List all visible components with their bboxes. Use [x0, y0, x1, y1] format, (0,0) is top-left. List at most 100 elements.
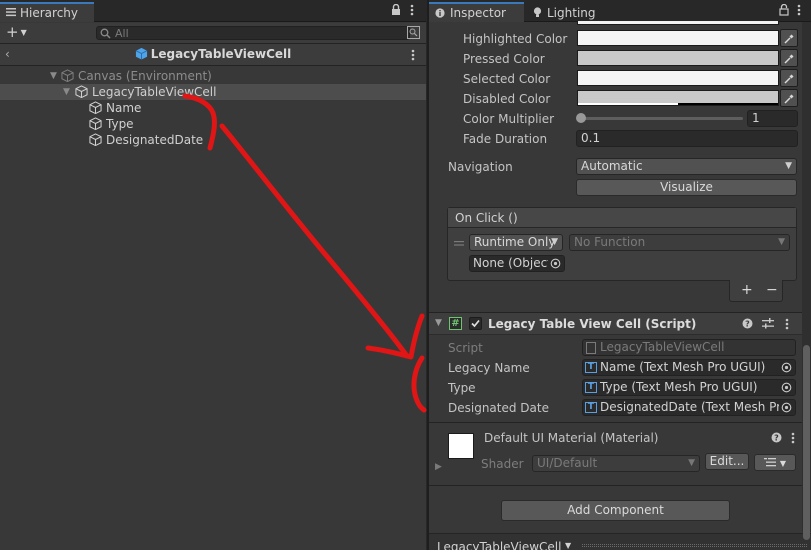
fade-duration-field[interactable]: 0.1 [576, 130, 798, 147]
inspector-bottom-bar: LegacyTableViewCell ▼ [429, 533, 811, 550]
disabled-color-label: Disabled Color [463, 92, 551, 106]
scene-title-label: LegacyTableViewCell [150, 47, 292, 61]
add-component-button[interactable]: Add Component [501, 500, 730, 521]
chevron-down-icon: ▼ [20, 28, 27, 37]
script-reference-field: LegacyTableViewCell [582, 339, 796, 356]
material-foldout-icon[interactable]: ▶ [435, 462, 442, 472]
eyedropper-button[interactable] [780, 49, 798, 67]
shader-dropdown[interactable]: UI/Default ▼ [532, 455, 700, 472]
lock-icon[interactable] [779, 3, 789, 19]
legacy-name-label: Legacy Name [448, 361, 530, 375]
component-kebab-icon[interactable] [785, 318, 789, 333]
legacy-name-field[interactable]: T Name (Text Mesh Pro UGUI) [582, 359, 796, 376]
chevron-down-icon[interactable]: ▼ [565, 541, 571, 550]
textmeshpro-icon: T [585, 402, 597, 413]
resize-handle[interactable] [582, 544, 807, 547]
object-picker-icon[interactable] [548, 256, 564, 271]
fold-arrow-icon[interactable]: ▼ [63, 84, 70, 100]
kebab-menu-icon[interactable] [797, 4, 801, 19]
eyedropper-button[interactable] [780, 29, 798, 47]
gameobject-cube-icon [89, 133, 102, 150]
tree-item-type[interactable]: Type [0, 116, 426, 132]
onclick-header-label: On Click () [455, 211, 518, 225]
material-help-icon[interactable]: ? [771, 432, 782, 446]
highlighted-color-label: Highlighted Color [463, 32, 568, 46]
textmeshpro-icon: T [585, 362, 597, 373]
tree-item-canvas[interactable]: ▼ Canvas (Environment) [0, 68, 426, 84]
chevron-down-icon: ▼ [778, 237, 785, 247]
highlighted-color-swatch[interactable] [577, 30, 779, 46]
function-dropdown[interactable]: No Function ▼ [569, 234, 790, 251]
type-value: Type (Text Mesh Pro UGUI) [600, 380, 758, 394]
type-label: Type [448, 381, 476, 395]
function-value: No Function [574, 235, 646, 249]
search-field[interactable] [96, 26, 410, 40]
eyedropper-button[interactable] [780, 69, 798, 87]
lock-icon[interactable] [391, 3, 401, 19]
create-add-button[interactable]: + ▼ [6, 24, 27, 41]
add-event-button[interactable]: + [741, 282, 753, 298]
object-value: None (Object [473, 256, 552, 270]
navigation-label: Navigation [448, 160, 513, 174]
event-list-footer: + − [729, 280, 783, 302]
tab-inspector[interactable]: Inspector [429, 2, 524, 22]
presets-sliders-icon[interactable] [762, 318, 774, 332]
remove-event-button[interactable]: − [766, 282, 778, 298]
object-picker-icon[interactable] [779, 380, 795, 395]
drag-handle-icon[interactable] [454, 236, 464, 250]
foldout-arrow-icon[interactable]: ▼ [435, 318, 442, 328]
divider [429, 485, 811, 486]
selected-color-label: Selected Color [463, 72, 551, 86]
inspector-panel: Inspector Lighting Highlighted Color Pre… [427, 0, 811, 550]
material-preview [448, 433, 474, 459]
search-filter-icon[interactable] [407, 26, 420, 42]
tab-lighting-label: Lighting [547, 6, 596, 20]
script-hash-icon: # [449, 317, 462, 330]
checkmark-icon [471, 319, 480, 328]
tree-item-label: DesignatedDate [106, 133, 204, 147]
navigation-value: Automatic [581, 159, 643, 173]
eyedropper-button[interactable] [780, 89, 798, 107]
fold-arrow-icon[interactable]: ▼ [50, 68, 57, 84]
scrollbar-thumb[interactable] [803, 345, 810, 540]
onclick-header: On Click () [448, 208, 796, 228]
tree-item-name[interactable]: Name [0, 100, 426, 116]
scene-header: ‹ LegacyTableViewCell [0, 44, 426, 66]
selected-color-swatch[interactable] [577, 70, 779, 86]
visualize-button[interactable]: Visualize [576, 179, 797, 196]
enabled-checkbox[interactable] [469, 317, 482, 330]
inspector-scrollbar[interactable] [802, 22, 811, 540]
kebab-menu-icon[interactable] [410, 4, 414, 19]
color-multiplier-field[interactable]: 1 [747, 110, 798, 127]
help-icon[interactable]: ? [742, 318, 753, 332]
color-multiplier-slider[interactable] [576, 113, 743, 123]
alpha-bar-empty [678, 103, 778, 105]
lightbulb-icon [533, 7, 542, 21]
designated-date-field[interactable]: T DesignatedDate (Text Mesh Pro [582, 399, 796, 416]
normal-color-swatch-partial[interactable] [577, 21, 779, 25]
pressed-color-swatch[interactable] [577, 50, 779, 66]
material-kebab-icon[interactable] [791, 432, 795, 447]
object-picker-icon[interactable] [779, 400, 795, 415]
shader-label: Shader [481, 457, 524, 471]
info-icon [435, 7, 445, 21]
search-input[interactable] [115, 26, 385, 40]
navigation-dropdown[interactable]: Automatic ▼ [576, 158, 797, 175]
disabled-color-swatch[interactable] [577, 90, 779, 106]
bottom-selection-label[interactable]: LegacyTableViewCell [437, 540, 561, 550]
shader-list-dropdown[interactable]: ▼ [754, 454, 796, 471]
object-field[interactable]: None (Object [469, 255, 565, 272]
runtime-dropdown[interactable]: Runtime Only ▼ [469, 234, 563, 251]
scene-menu-kebab-icon[interactable] [411, 49, 415, 64]
object-picker-icon[interactable] [779, 360, 795, 375]
shader-edit-button[interactable]: Edit... [705, 453, 749, 470]
tree-item-label: Type [106, 117, 134, 131]
tab-hierarchy[interactable]: Hierarchy [0, 2, 94, 22]
tree-item-label: Name [106, 101, 142, 115]
slider-handle[interactable] [576, 113, 586, 123]
pressed-color-label: Pressed Color [463, 52, 545, 66]
tree-item-designateddate[interactable]: DesignatedDate [0, 132, 426, 148]
tab-lighting[interactable]: Lighting [527, 2, 607, 22]
type-field[interactable]: T Type (Text Mesh Pro UGUI) [582, 379, 796, 396]
tree-item-legacytableviewcell[interactable]: ▼ LegacyTableViewCell [0, 84, 426, 100]
